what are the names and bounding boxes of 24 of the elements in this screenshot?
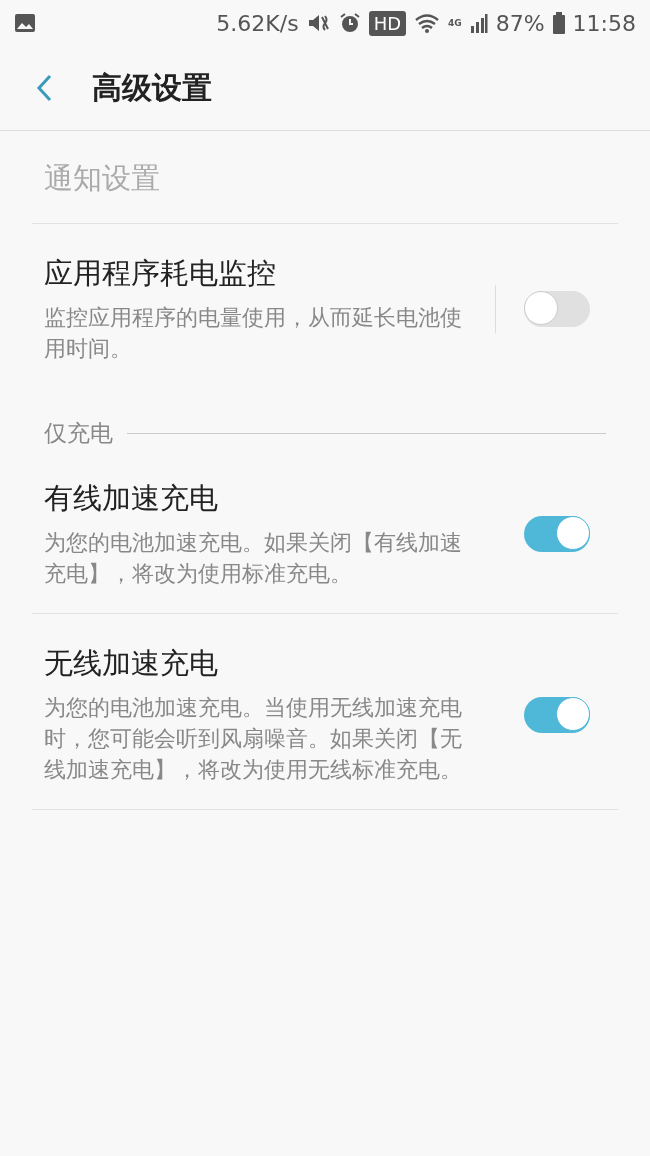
hd-badge: HD [368, 10, 407, 36]
setting-description: 监控应用程序的电量使用，从而延长电池使用时间。 [44, 304, 463, 363]
network-speed: 5.62K/s [216, 10, 299, 36]
wifi-icon [414, 12, 441, 34]
setting-title: 无线加速充电 [44, 645, 219, 682]
section-header: 仅充电 [44, 419, 113, 448]
mute-icon [306, 12, 331, 34]
battery-percent: 87% [495, 10, 545, 36]
page-title: 高级设置 [92, 68, 212, 107]
toggle-switch[interactable] [524, 696, 590, 733]
network-type: 4G [448, 18, 462, 28]
setting-description: 为您的电池加速充电。当使用无线加速充电时，您可能会听到风扇噪音。如果关闭【无线加速充电】，将改为使用无线标准充电。 [44, 694, 463, 784]
toggle-switch[interactable] [524, 516, 590, 552]
setting-title: 有线加速充电 [44, 480, 219, 517]
setting-title: 应用程序耗电监控 [44, 255, 277, 292]
setting-description: 为您的电池加速充电。如果关闭【有线加速充电】，将改为使用标准充电。 [44, 529, 463, 588]
signal-icon [469, 12, 488, 34]
back-button[interactable] [36, 74, 52, 102]
battery-icon [552, 12, 565, 34]
clock-time: 11:58 [572, 10, 636, 36]
alarm-icon [338, 12, 361, 34]
image-icon [14, 13, 36, 33]
toggle-switch[interactable] [524, 291, 590, 327]
item-title: 通知设置 [44, 161, 160, 195]
